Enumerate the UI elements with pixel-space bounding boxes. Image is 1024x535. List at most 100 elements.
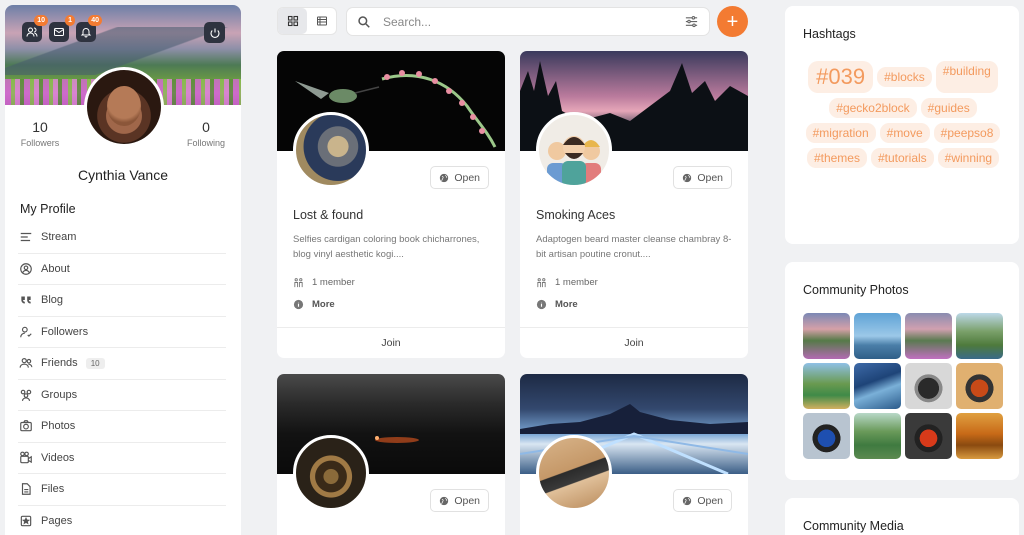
messages-badge: 1 [65, 15, 75, 26]
menu-section-title: My Profile [20, 202, 76, 216]
community-photo[interactable] [854, 413, 901, 459]
list-view-button[interactable] [307, 8, 336, 34]
more-label: More [312, 299, 335, 310]
hashtag[interactable]: #building [935, 61, 998, 93]
community-photo[interactable] [905, 363, 952, 409]
group-more-info[interactable]: More [293, 299, 335, 310]
menu-item-photos[interactable]: Photos [18, 411, 226, 443]
members-count: 1 member [555, 277, 598, 288]
avatar[interactable] [84, 67, 164, 147]
group-avatar [293, 435, 369, 511]
group-more-info[interactable]: More [536, 299, 578, 310]
hashtag[interactable]: #migration [805, 123, 876, 143]
group-privacy-badge: Open [673, 166, 732, 189]
alerts-notification-button[interactable]: 40 [76, 15, 102, 42]
menu-label: About [41, 262, 70, 275]
group-privacy-badge: Open [673, 489, 732, 512]
privacy-label: Open [697, 171, 723, 184]
following-count: 0 [202, 119, 210, 135]
menu-item-followers[interactable]: Followers [18, 317, 226, 348]
create-group-button[interactable]: + [717, 6, 748, 37]
alerts-badge: 40 [88, 15, 102, 26]
hashtag[interactable]: #039 [808, 61, 874, 93]
community-photo[interactable] [803, 363, 850, 409]
menu-label: Blog [41, 294, 64, 307]
group-name[interactable]: Lost & found [293, 208, 363, 222]
hashtag[interactable]: #winning [937, 148, 1000, 168]
community-media-widget: Community Media [785, 498, 1019, 535]
group-card[interactable]: Open Lost & found Selfies cardigan color… [277, 51, 505, 358]
members-count: 1 member [312, 277, 355, 288]
hashtag[interactable]: #tutorials [870, 148, 934, 168]
group-members: 1 member [536, 277, 598, 288]
group-avatar [293, 112, 369, 188]
bell-icon [80, 28, 92, 38]
menu-label: Videos [41, 451, 75, 464]
menu-item-friends[interactable]: Friends 10 [18, 348, 226, 380]
menu-item-about[interactable]: About [18, 254, 226, 285]
group-name[interactable]: Smoking Aces [536, 208, 615, 222]
community-photo[interactable] [905, 413, 952, 459]
info-icon [293, 299, 304, 310]
friends-count-badge: 10 [85, 357, 105, 369]
community-photos-widget: Community Photos [785, 262, 1019, 480]
group-privacy-badge: Open [430, 489, 489, 512]
community-photo[interactable] [905, 313, 952, 359]
friends-badge: 10 [34, 15, 48, 26]
group-card[interactable]: Open [277, 374, 505, 535]
hashtag[interactable]: #guides [920, 98, 977, 118]
profile-name[interactable]: Cynthia Vance [5, 167, 241, 183]
following-label: Following [186, 138, 226, 148]
hashtag[interactable]: #themes [806, 148, 867, 168]
join-group-button[interactable]: Join [277, 327, 505, 358]
community-photo[interactable] [854, 313, 901, 359]
filter-sliders-icon[interactable] [684, 14, 699, 29]
hashtag[interactable]: #move [879, 123, 930, 143]
hashtag-cloud: #039 #blocks #building #gecko2block #gui… [803, 61, 1003, 168]
grid-view-button[interactable] [278, 8, 307, 34]
join-group-button[interactable]: Join [520, 327, 748, 358]
search-input[interactable] [383, 14, 684, 29]
followers-stat[interactable]: 10 Followers [10, 119, 70, 148]
hashtags-title: Hashtags [803, 27, 856, 41]
power-icon [209, 28, 220, 38]
hashtag[interactable]: #gecko2block [829, 98, 917, 118]
stream-icon [18, 229, 34, 245]
hashtag[interactable]: #peepso8 [933, 123, 1001, 143]
group-card[interactable]: Open Smoking Aces Adaptogen beard master… [520, 51, 748, 358]
logout-button[interactable] [204, 22, 225, 43]
community-photo[interactable] [956, 363, 1003, 409]
info-icon [536, 299, 547, 310]
profile-panel: 10 1 40 10 Followers 0 Following Cynthia… [5, 5, 241, 535]
friends-notification-button[interactable]: 10 [22, 15, 48, 42]
privacy-label: Open [454, 494, 480, 507]
group-description: Selfies cardigan coloring book chicharro… [293, 234, 480, 260]
menu-label: Friends [41, 357, 78, 370]
menu-item-stream[interactable]: Stream [18, 222, 226, 254]
community-photo[interactable] [956, 313, 1003, 359]
following-stat[interactable]: 0 Following [176, 119, 236, 148]
menu-label: Photos [41, 420, 76, 433]
menu-label: Stream [41, 231, 77, 244]
menu-item-videos[interactable]: Videos [18, 443, 226, 474]
community-photo[interactable] [803, 313, 850, 359]
menu-item-blog[interactable]: Blog [18, 285, 226, 317]
search-icon [358, 15, 370, 28]
more-label: More [555, 299, 578, 310]
menu-label: Groups [41, 388, 78, 401]
community-photo[interactable] [956, 413, 1003, 459]
privacy-label: Open [454, 171, 480, 184]
hashtag[interactable]: #blocks [877, 67, 932, 87]
messages-notification-button[interactable]: 1 [49, 15, 75, 42]
menu-item-groups[interactable]: Groups [18, 380, 226, 411]
community-photo[interactable] [803, 413, 850, 459]
view-toggle [277, 7, 337, 35]
menu-item-files[interactable]: Files [18, 474, 226, 506]
menu-label: Files [41, 483, 65, 496]
members-icon [537, 278, 546, 288]
community-photo[interactable] [854, 363, 901, 409]
group-card[interactable]: Open [520, 374, 748, 535]
globe-icon [683, 173, 692, 182]
menu-item-pages[interactable]: Pages [18, 506, 226, 535]
group-members: 1 member [293, 277, 355, 288]
